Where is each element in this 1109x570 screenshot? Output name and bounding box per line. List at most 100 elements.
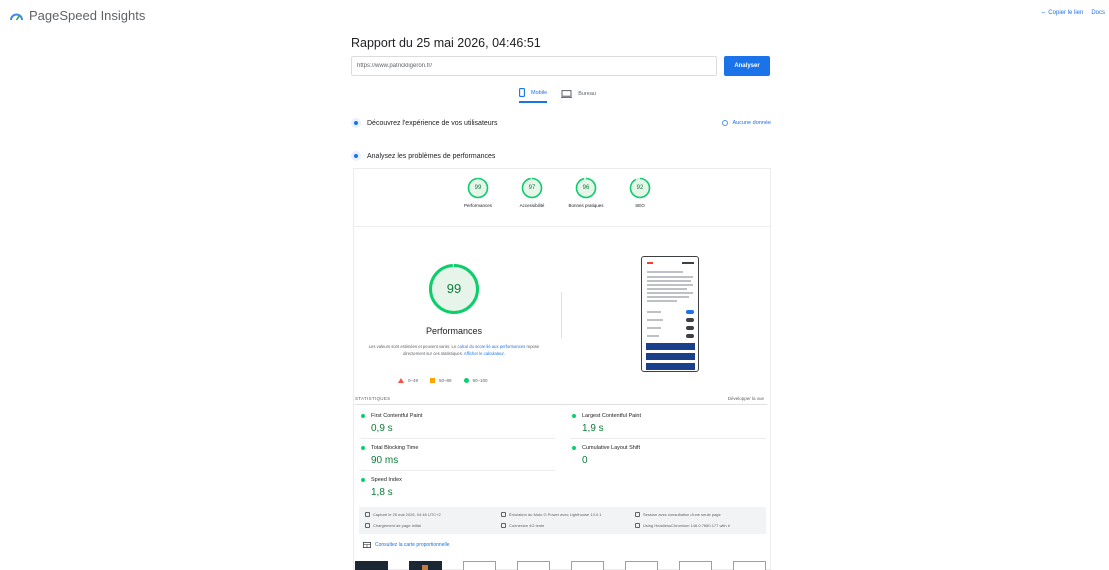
filmstrip-thumbnail xyxy=(679,561,712,570)
no-data-link[interactable]: Aucune donnée xyxy=(722,120,771,126)
top-bar: PageSpeed Insights ⇔ Copier le lien Docs xyxy=(0,0,1109,28)
legend-range: 50–89 xyxy=(439,378,452,383)
filmstrip-thumbnail xyxy=(517,561,550,570)
gauge-best-practices[interactable]: 96 Bonnes pratiques xyxy=(568,177,604,208)
performance-big-gauge: 99 xyxy=(428,263,480,315)
metric-value: 90 ms xyxy=(371,455,399,466)
diagnose-section: Analysez les problèmes de performances xyxy=(351,151,771,161)
copy-link-button[interactable]: ⇔ Copier le lien xyxy=(1041,10,1084,16)
performance-description: Les valeurs sont estimées et peuvent var… xyxy=(368,343,540,357)
experience-section[interactable]: Découvrez l'expérience de vos utilisateu… xyxy=(351,118,771,128)
no-data-label: Aucune donnée xyxy=(732,120,771,126)
metric-value: 0 xyxy=(582,455,588,466)
metric-label: Speed Index xyxy=(371,477,402,483)
info-connection: Connexion 4G lente xyxy=(501,523,544,528)
triangle-icon xyxy=(398,378,404,383)
legend-average: 50–89 xyxy=(430,378,452,383)
wifi-icon xyxy=(501,523,506,528)
treemap-icon xyxy=(363,542,371,548)
divider xyxy=(353,226,771,227)
filmstrip-thumbnail xyxy=(733,561,766,570)
docs-link[interactable]: Docs xyxy=(1091,10,1105,16)
legend-range: 0–49 xyxy=(408,378,419,383)
diagnose-icon xyxy=(351,151,361,161)
treemap-link[interactable]: Consultez la carte proportionnelle xyxy=(363,542,450,548)
gauge-label: Bonnes pratiques xyxy=(568,203,604,208)
url-input[interactable] xyxy=(351,56,717,76)
score-calc-link[interactable]: calcul du score lié aux performances xyxy=(457,344,525,349)
legend-pass: 90–100 xyxy=(463,378,488,383)
metric-fcp: First Contentful Paint 0,9 s xyxy=(361,413,422,434)
gauge-label: SEO xyxy=(635,203,645,208)
gauge-score: 97 xyxy=(528,185,536,191)
diagnose-label: Analysez les problèmes de performances xyxy=(367,152,496,160)
metric-value: 0,9 s xyxy=(371,423,393,434)
tab-mobile[interactable]: Mobile xyxy=(519,88,548,103)
performance-title: Performances xyxy=(425,326,483,336)
metric-divider xyxy=(359,470,555,471)
pass-circle-icon xyxy=(572,446,576,450)
expand-view-toggle[interactable]: Développer la vue xyxy=(700,396,764,401)
runtime-info: Capturé le 25 mai 2026, 04:46 UTC+2 Émul… xyxy=(359,507,766,534)
tab-desktop[interactable]: Bureau xyxy=(561,88,596,103)
pass-circle-icon xyxy=(361,414,365,418)
metric-value: 1,8 s xyxy=(371,487,393,498)
info-captured: Capturé le 25 mai 2026, 04:46 UTC+2 xyxy=(365,512,441,517)
metric-cls: Cumulative Layout Shift 0 xyxy=(572,445,640,466)
pass-circle-icon xyxy=(572,414,576,418)
gauge-label: Accessibilité xyxy=(519,203,545,208)
clock-icon xyxy=(365,523,370,528)
score-legend: 0–49 50–89 90–100 xyxy=(398,378,488,383)
metric-value: 1,9 s xyxy=(582,423,604,434)
gauge-performance[interactable]: 99 Performances xyxy=(463,177,493,208)
metric-divider xyxy=(570,438,766,439)
app-logo[interactable]: PageSpeed Insights xyxy=(10,8,145,23)
smartphone-icon xyxy=(519,88,525,97)
desc-text: Les valeurs sont estimées et peuvent var… xyxy=(368,344,458,349)
pass-circle-icon xyxy=(361,446,365,450)
circle-icon xyxy=(463,378,469,383)
metric-speed-index: Speed Index 1,8 s xyxy=(361,477,402,498)
experience-label: Découvrez l'expérience de vos utilisateu… xyxy=(367,119,498,127)
gauge-score: 92 xyxy=(636,185,644,191)
info-emulation: Émulation du Moto G Power avec Lighthous… xyxy=(501,512,602,517)
stats-divider xyxy=(355,404,767,405)
tab-mobile-label: Mobile xyxy=(531,89,548,96)
filmstrip-thumbnail xyxy=(625,561,658,570)
legend-range: 90–100 xyxy=(472,378,488,383)
calendar-icon xyxy=(365,512,370,517)
desktop-icon xyxy=(561,89,573,98)
filmstrip-thumbnail xyxy=(571,561,604,570)
info-session: Session avec consultation d'une seule pa… xyxy=(635,512,721,517)
gauge-accessibility[interactable]: 97 Accessibilité xyxy=(517,177,547,208)
filmstrip-thumbnail xyxy=(355,561,388,570)
tab-desktop-label: Bureau xyxy=(578,90,596,97)
report-title: Rapport du 25 mai 2026, 04:46:51 xyxy=(351,36,541,50)
analyze-button[interactable]: Analyser xyxy=(724,56,770,76)
pagespeed-logo-icon xyxy=(10,13,23,20)
gauge-seo[interactable]: 92 SEO xyxy=(625,177,655,208)
app-name: PageSpeed Insights xyxy=(29,8,146,23)
legend-fail: 0–49 xyxy=(398,378,418,383)
info-icon xyxy=(722,120,729,126)
score-gauges: 99 Performances 97 Accessibilité 96 Bonn… xyxy=(463,177,655,208)
stats-heading: STATISTIQUES xyxy=(355,396,391,401)
gauge-label: Performances xyxy=(463,203,492,208)
info-browser: Using HeadlessChromium 146.0.7680.177 wi… xyxy=(635,523,730,528)
device-tabs: Mobile Bureau xyxy=(519,88,596,103)
metric-divider xyxy=(359,438,555,439)
info-initial-load: Chargement de page initial xyxy=(365,523,421,528)
pass-circle-icon xyxy=(361,478,365,482)
filmstrip-thumbnail xyxy=(463,561,496,570)
square-icon xyxy=(430,378,436,383)
calculator-link[interactable]: Afficher le calculateur. xyxy=(464,351,505,356)
globe-icon xyxy=(635,523,640,528)
final-screenshot[interactable] xyxy=(641,256,699,372)
users-icon xyxy=(351,118,361,128)
performance-score: 99 xyxy=(446,281,462,296)
filmstrip-thumbnail xyxy=(409,561,442,570)
vertical-divider xyxy=(561,292,562,338)
gauge-score: 99 xyxy=(474,185,482,191)
gauge-score: 96 xyxy=(582,185,590,191)
metric-tbt: Total Blocking Time 90 ms xyxy=(361,445,418,466)
